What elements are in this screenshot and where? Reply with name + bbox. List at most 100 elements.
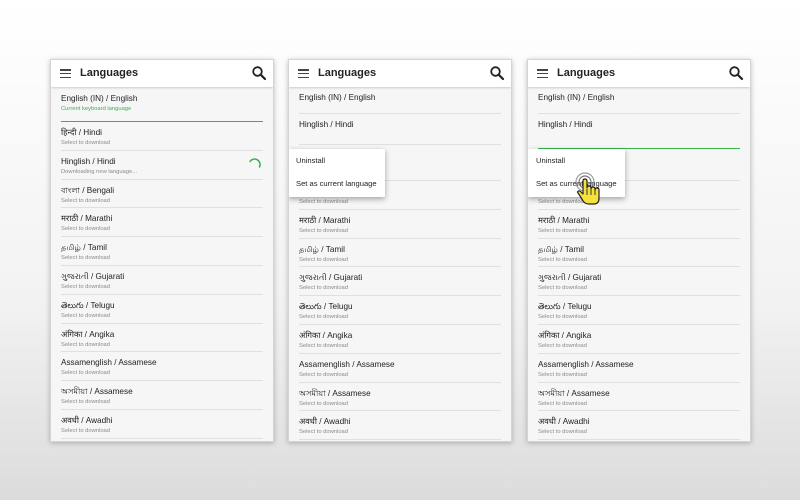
language-item-english[interactable]: English (IN) / English Current keyboard … [61, 87, 263, 122]
language-name: ગુજરાતી / Gujarati [61, 271, 125, 281]
language-name: Assamenglish / Assamese [61, 358, 157, 368]
language-name: ગુજરાતી / Gujarati [299, 273, 363, 283]
uninstall-option[interactable]: Uninstall [536, 156, 565, 165]
language-item-english[interactable]: English (IN) / English [538, 87, 740, 114]
language-item-telugu[interactable]: తెలుగు / Telugu Select to download [538, 296, 740, 325]
language-name: अंगिका / Angika [61, 329, 115, 339]
language-item-awadhi[interactable]: अवधी / Awadhi Select to download [299, 411, 501, 441]
language-status: Select to download [299, 227, 348, 234]
language-item-hindi[interactable]: हिन्दी / Hindi Select to download [61, 122, 263, 151]
language-name: ગુજરાતી / Gujarati [538, 273, 602, 283]
language-item-hinglish[interactable]: Hinglish / Hindi [538, 114, 740, 149]
language-list: English (IN) / English Hinglish / Hindi … [289, 87, 511, 441]
language-item-gujarati[interactable]: ગુજરાતી / Gujarati Select to download [538, 267, 740, 297]
language-name: अवधी / Awadhi [538, 417, 590, 427]
language-status: Select to download [61, 312, 110, 319]
language-status: Select to download [61, 140, 110, 146]
language-item-angika[interactable]: अंगिका / Angika Select to download [299, 325, 501, 354]
menu-icon[interactable] [60, 69, 71, 79]
tap-hand-pointer-icon [575, 172, 600, 205]
language-name: Assamenglish / Assamese [538, 359, 634, 369]
language-name: తెలుగు / Telugu [299, 302, 353, 312]
language-item-tamil[interactable]: தமிழ் / Tamil Select to download [538, 239, 740, 268]
language-item-english[interactable]: English (IN) / English [299, 87, 501, 114]
language-item-assamese[interactable]: অসমীয়া / Assamese Select to download [61, 381, 263, 410]
language-item-gujarati[interactable]: ગુજરાતી / Gujarati Select to download [61, 266, 263, 295]
language-item-awadhi[interactable]: अवधी / Awadhi Select to download [61, 410, 263, 439]
language-name: मराठी / Marathi [538, 215, 590, 225]
app-bar: Languages [51, 60, 273, 87]
language-name: अवधी / Awadhi [299, 417, 351, 427]
language-list: English (IN) / English Current keyboard … [51, 87, 273, 439]
language-name: தமிழ் / Tamil [538, 244, 584, 254]
language-item-gujarati[interactable]: ગુજરાતી / Gujarati Select to download [299, 267, 501, 297]
language-name: मराठी / Marathi [61, 214, 113, 224]
language-name: অসমীয়া / Assamese [299, 388, 371, 398]
language-item-bengali[interactable]: বাংলা / Bengali Select to download [61, 180, 263, 209]
uninstall-option[interactable]: Uninstall [296, 156, 325, 165]
language-status: Select to download [299, 429, 348, 436]
language-item-angika[interactable]: अंगिका / Angika Select to download [538, 325, 740, 354]
language-item-telugu[interactable]: తెలుగు / Telugu Select to download [299, 296, 501, 325]
phone-screen-2: Languages English (IN) / English Hinglis… [288, 59, 512, 442]
language-item-tamil[interactable]: தமிழ் / Tamil Select to download [61, 237, 263, 266]
language-name: বাংলা / Bengali [61, 185, 115, 195]
language-name: English (IN) / English [299, 93, 376, 102]
menu-icon[interactable] [537, 69, 548, 79]
language-status: Select to download [538, 400, 587, 407]
language-status: Select to download [538, 371, 587, 378]
language-name: Hinglish / Hindi [299, 120, 354, 129]
language-item-assamenglish[interactable]: Assamenglish / Assamese Select to downlo… [61, 352, 263, 382]
language-status: Select to download [538, 227, 587, 234]
language-name: অসমীয়া / Assamese [538, 388, 610, 398]
language-name: अंगिका / Angika [538, 330, 592, 340]
search-icon[interactable] [489, 65, 505, 81]
language-status: Select to download [61, 255, 110, 262]
context-menu: Uninstall Set as current language [289, 149, 385, 197]
page-title: Languages [318, 67, 377, 79]
language-item-assamenglish[interactable]: Assamenglish / Assamese Select to downlo… [299, 354, 501, 383]
menu-icon[interactable] [298, 69, 309, 79]
language-name: தமிழ் / Tamil [299, 244, 345, 254]
language-name: English (IN) / English [538, 93, 615, 102]
search-icon[interactable] [728, 65, 744, 81]
language-item-assamenglish[interactable]: Assamenglish / Assamese Select to downlo… [538, 354, 740, 383]
language-name: অসমীয়া / Assamese [61, 387, 133, 397]
language-status: Select to download [61, 283, 110, 290]
language-item-hinglish[interactable]: Hinglish / Hindi [299, 114, 501, 145]
language-list: English (IN) / English Hinglish / Hindi … [528, 87, 750, 441]
language-item-marathi[interactable]: मराठी / Marathi Select to download [538, 210, 740, 239]
page-title: Languages [557, 67, 616, 79]
language-item-hinglish[interactable]: Hinglish / Hindi Downloading new languag… [61, 151, 263, 180]
language-status: Select to download [299, 342, 348, 349]
language-name: हिन्दी / Hindi [61, 128, 102, 137]
language-item-assamese[interactable]: অসমীয়া / Assamese Select to download [299, 383, 501, 412]
language-name: अंगिका / Angika [299, 330, 353, 340]
language-item-marathi[interactable]: मराठी / Marathi Select to download [299, 210, 501, 239]
language-status: Select to download [61, 341, 110, 348]
language-status: Downloading new language... [61, 168, 138, 175]
language-name: अवधी / Awadhi [61, 415, 113, 425]
language-status: Select to download [61, 370, 110, 377]
language-item-telugu[interactable]: తెలుగు / Telugu Select to download [61, 295, 263, 324]
app-bar: Languages [528, 60, 750, 87]
language-status: Select to download [299, 314, 348, 321]
language-item-angika[interactable]: अंगिका / Angika Select to download [61, 324, 263, 353]
language-status: Select to download [538, 199, 587, 205]
loading-spinner-icon [249, 158, 261, 168]
set-current-language-option[interactable]: Set as current language [296, 179, 377, 188]
language-name: Hinglish / Hindi [61, 156, 116, 166]
phone-screen-3: Languages English (IN) / English Hinglis… [527, 59, 751, 442]
language-item-marathi[interactable]: मराठी / Marathi Select to download [61, 208, 263, 238]
language-status: Select to download [61, 427, 110, 434]
language-item-assamese[interactable]: অসমীয়া / Assamese Select to download [538, 383, 740, 412]
language-item-awadhi[interactable]: अवधी / Awadhi Select to download [538, 411, 740, 441]
language-name: Hinglish / Hindi [538, 120, 593, 129]
language-status: Select to download [61, 399, 110, 406]
language-name: தமிழ் / Tamil [61, 243, 107, 253]
language-item-tamil[interactable]: தமிழ் / Tamil Select to download [299, 239, 501, 268]
context-menu: Uninstall Set as current language [528, 149, 625, 205]
search-icon[interactable] [251, 65, 267, 81]
app-bar: Languages [289, 60, 511, 87]
language-status: Select to download [299, 400, 348, 407]
